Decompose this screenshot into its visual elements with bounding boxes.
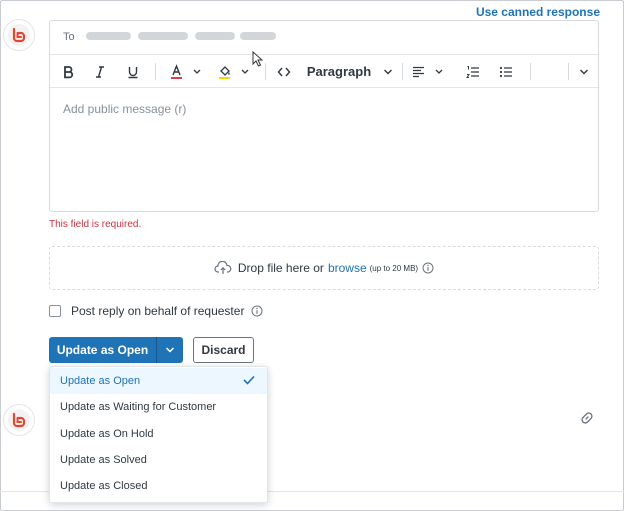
bullet-list-button[interactable] bbox=[494, 55, 518, 88]
post-on-behalf-label: Post reply on behalf of requester bbox=[71, 304, 245, 318]
info-icon[interactable] bbox=[251, 305, 263, 317]
to-label: To bbox=[63, 31, 75, 43]
discard-button[interactable]: Discard bbox=[193, 337, 254, 363]
code-icon bbox=[277, 67, 291, 76]
message-editor: To Paragraph Add public message (r) bbox=[49, 20, 599, 212]
upload-limit: (up to 20 MB) bbox=[369, 263, 419, 273]
bullet-list-icon bbox=[499, 66, 512, 77]
menu-item-update-on-hold[interactable]: Update as On Hold bbox=[50, 421, 267, 447]
highlight-icon bbox=[219, 65, 249, 79]
menu-item-update-waiting[interactable]: Update as Waiting for Customer bbox=[50, 394, 267, 420]
redacted-recipient bbox=[240, 32, 276, 40]
menu-item-label: Update as On Hold bbox=[60, 428, 154, 440]
toolbar-divider bbox=[155, 63, 156, 80]
menu-item-label: Update as Closed bbox=[60, 480, 148, 492]
redacted-recipient bbox=[86, 32, 131, 40]
chevron-down-icon bbox=[580, 69, 588, 74]
cloud-upload-icon bbox=[214, 261, 232, 274]
post-on-behalf-option: Post reply on behalf of requester bbox=[49, 304, 263, 318]
toolbar-divider bbox=[402, 63, 403, 80]
toolbar-divider bbox=[568, 63, 569, 80]
bold-icon bbox=[64, 65, 74, 78]
menu-item-label: Update as Open bbox=[60, 375, 141, 387]
submit-options-menu: Update as Open Update as Waiting for Cus… bbox=[49, 366, 268, 503]
message-input[interactable]: Add public message (r) bbox=[63, 102, 186, 116]
formatting-toolbar: Paragraph bbox=[50, 55, 598, 88]
text-color-icon bbox=[171, 63, 201, 79]
avatar bbox=[3, 404, 35, 436]
toolbar-divider bbox=[265, 63, 266, 80]
italic-button[interactable] bbox=[88, 55, 112, 88]
brand-logo-icon bbox=[12, 27, 26, 43]
submit-split-button: Update as Open bbox=[49, 337, 183, 363]
submit-options-toggle[interactable] bbox=[156, 337, 183, 363]
paragraph-format-select[interactable]: Paragraph bbox=[302, 55, 398, 88]
toolbar-divider bbox=[530, 63, 531, 80]
redacted-recipient bbox=[195, 32, 235, 40]
code-button[interactable] bbox=[272, 55, 296, 88]
browse-link[interactable]: browse bbox=[328, 261, 367, 275]
file-dropzone[interactable]: Drop file here or browse (up to 20 MB) bbox=[49, 246, 599, 290]
menu-item-label: Update as Waiting for Customer bbox=[60, 401, 217, 413]
post-on-behalf-checkbox[interactable] bbox=[49, 305, 61, 317]
ordered-list-button[interactable] bbox=[461, 55, 485, 88]
menu-item-update-open[interactable]: Update as Open bbox=[50, 368, 267, 394]
align-button[interactable] bbox=[408, 55, 448, 88]
menu-item-update-closed[interactable]: Update as Closed bbox=[50, 473, 267, 499]
italic-icon bbox=[96, 65, 104, 78]
check-icon bbox=[243, 375, 255, 385]
chevron-down-icon bbox=[384, 69, 393, 74]
more-options-button[interactable] bbox=[572, 55, 596, 88]
redacted-recipient bbox=[138, 32, 188, 40]
underline-icon bbox=[128, 66, 138, 78]
highlight-button[interactable] bbox=[214, 55, 254, 88]
chevron-down-icon bbox=[165, 347, 175, 353]
to-field[interactable]: To bbox=[50, 21, 598, 67]
validation-error: This field is required. bbox=[49, 219, 142, 230]
align-icon bbox=[413, 66, 443, 77]
brand-logo-icon bbox=[12, 412, 26, 428]
underline-button[interactable] bbox=[121, 55, 145, 88]
canned-response-link[interactable]: Use canned response bbox=[476, 5, 600, 19]
paragraph-format-label: Paragraph bbox=[306, 64, 372, 79]
info-icon bbox=[422, 262, 434, 274]
link-icon[interactable] bbox=[580, 411, 594, 425]
ordered-list-icon bbox=[466, 65, 479, 78]
text-color-button[interactable] bbox=[166, 55, 206, 88]
avatar bbox=[3, 19, 35, 51]
dropzone-text: Drop file here or bbox=[237, 261, 324, 275]
menu-item-label: Update as Solved bbox=[60, 454, 147, 466]
submit-button[interactable]: Update as Open bbox=[49, 337, 156, 363]
bold-button[interactable] bbox=[56, 55, 80, 88]
menu-item-update-solved[interactable]: Update as Solved bbox=[50, 447, 267, 473]
